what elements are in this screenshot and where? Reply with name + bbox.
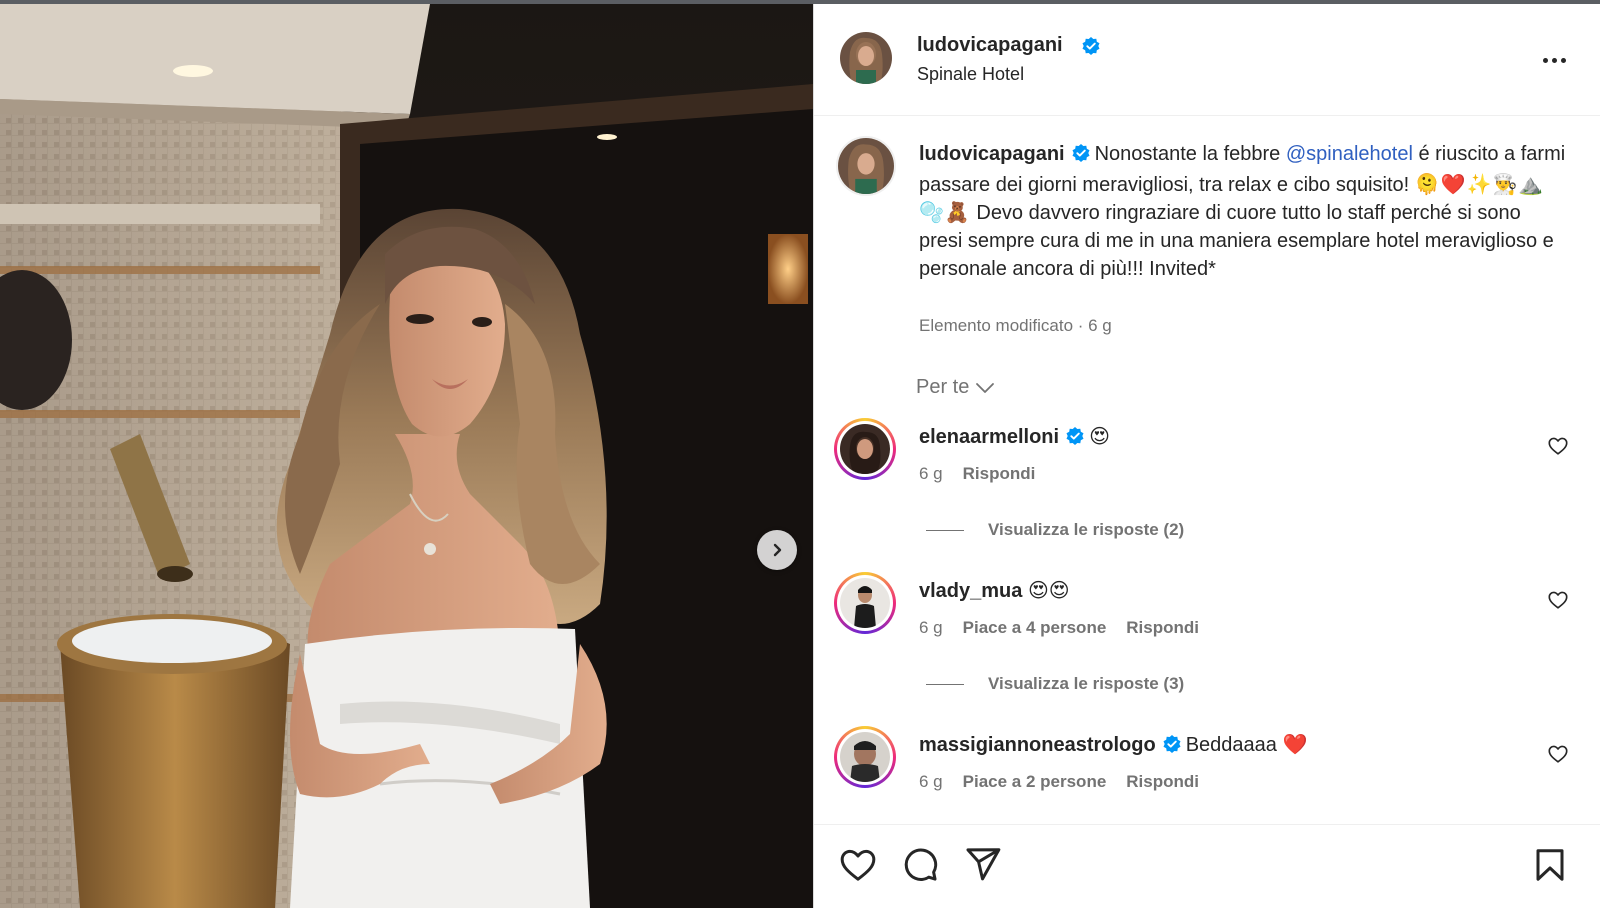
avatar-image <box>840 32 892 84</box>
avatar-inner <box>837 575 893 631</box>
likes-count-link[interactable]: Piace a 2 persone <box>963 772 1107 792</box>
commenter-avatar[interactable] <box>834 418 896 480</box>
post-header: ludovicapagani Spinale Hotel <box>814 4 1600 116</box>
replies-divider <box>926 683 964 685</box>
comment-username[interactable]: elenaarmelloni <box>919 426 1059 448</box>
heart-icon[interactable] <box>1547 743 1569 765</box>
heart-icon[interactable] <box>838 845 878 885</box>
view-replies-label: Visualizza le risposte (3) <box>988 674 1185 693</box>
reply-button[interactable]: Rispondi <box>1126 618 1199 638</box>
commenter-avatar[interactable] <box>834 726 896 788</box>
likes-count-link[interactable]: Piace a 4 persone <box>963 618 1107 638</box>
comment-meta: 6 g Rispondi <box>919 464 1035 484</box>
reply-button[interactable]: Rispondi <box>1126 772 1199 792</box>
send-icon[interactable] <box>964 845 1002 883</box>
comment-body: elenaarmelloni 😍 <box>919 424 1110 452</box>
view-replies-button[interactable]: Visualizza le risposte (2) <box>926 520 1184 540</box>
photo-illustration <box>0 4 813 908</box>
sort-label: Per te <box>916 376 970 398</box>
bookmark-icon[interactable] <box>1532 845 1568 885</box>
replies-divider <box>926 529 964 531</box>
avatar-inner <box>837 729 893 785</box>
post-actions-bar <box>814 824 1600 908</box>
avatar-image <box>840 578 890 628</box>
heart-icon[interactable] <box>1547 589 1569 611</box>
caption-author-username[interactable]: ludovicapagani <box>919 143 1065 165</box>
view-replies-button[interactable]: Visualizza le risposte (3) <box>926 674 1184 694</box>
caption-meta: Elemento modificato · 6 g <box>919 316 1112 335</box>
verified-badge-icon <box>1071 143 1091 171</box>
comment-time: 6 g <box>919 772 943 791</box>
comment-time: 6 g <box>919 464 943 483</box>
avatar-image <box>840 424 890 474</box>
author-avatar[interactable] <box>840 32 892 84</box>
comments-sort-dropdown[interactable]: Per te <box>916 376 995 399</box>
heart-icon[interactable] <box>1547 435 1569 457</box>
caption-text-end: Devo davvero ringraziare di cuore tutto … <box>919 202 1554 280</box>
comment-time: 6 g <box>919 618 943 637</box>
comment-text: Beddaaaa ❤️ <box>1185 734 1308 756</box>
view-replies-label: Visualizza le risposte (2) <box>988 520 1185 539</box>
comment-body: vlady_mua 😍😍 <box>919 578 1070 603</box>
comment-body: massigiannoneastrologo Beddaaaa ❤️ <box>919 732 1307 760</box>
verified-badge-icon <box>1081 36 1101 61</box>
comment-icon[interactable] <box>901 845 939 883</box>
dot <box>1551 57 1557 63</box>
caption-mention-link[interactable]: @spinalehotel <box>1286 143 1413 165</box>
comment-text: 😍 <box>1089 426 1110 448</box>
verified-badge-icon <box>1065 426 1085 452</box>
caption-author-avatar[interactable] <box>836 136 896 196</box>
caption-text-start: Nonostante la febbre <box>1094 143 1286 165</box>
post-side-panel: ludovicapagani Spinale Hotel ludovicapag… <box>813 4 1600 908</box>
post-photo[interactable] <box>0 4 813 908</box>
post-caption: ludovicapagani Nonostante la febbre @spin… <box>919 140 1569 283</box>
comment-meta: 6 g Piace a 2 persone Rispondi <box>919 772 1199 792</box>
more-horizontal-icon <box>1542 57 1548 63</box>
commenter-avatar[interactable] <box>834 572 896 634</box>
comment-username[interactable]: massigiannoneastrologo <box>919 734 1156 756</box>
author-username[interactable]: ludovicapagani <box>917 34 1063 57</box>
chevron-down-icon <box>976 382 995 393</box>
chevron-right-icon <box>773 543 782 557</box>
avatar-inner <box>837 421 893 477</box>
reply-button[interactable]: Rispondi <box>963 464 1036 484</box>
comment-text: 😍😍 <box>1027 580 1070 602</box>
comment-meta: 6 g Piace a 4 persone Rispondi <box>919 618 1199 638</box>
avatar-image <box>838 138 894 194</box>
post-location-link[interactable]: Spinale Hotel <box>917 64 1024 85</box>
comment-username[interactable]: vlady_mua <box>919 580 1022 602</box>
carousel-next-button[interactable] <box>757 530 797 570</box>
dot <box>1560 57 1566 63</box>
avatar-image <box>840 732 890 782</box>
more-options-button[interactable] <box>1536 48 1572 72</box>
verified-badge-icon <box>1162 734 1182 760</box>
